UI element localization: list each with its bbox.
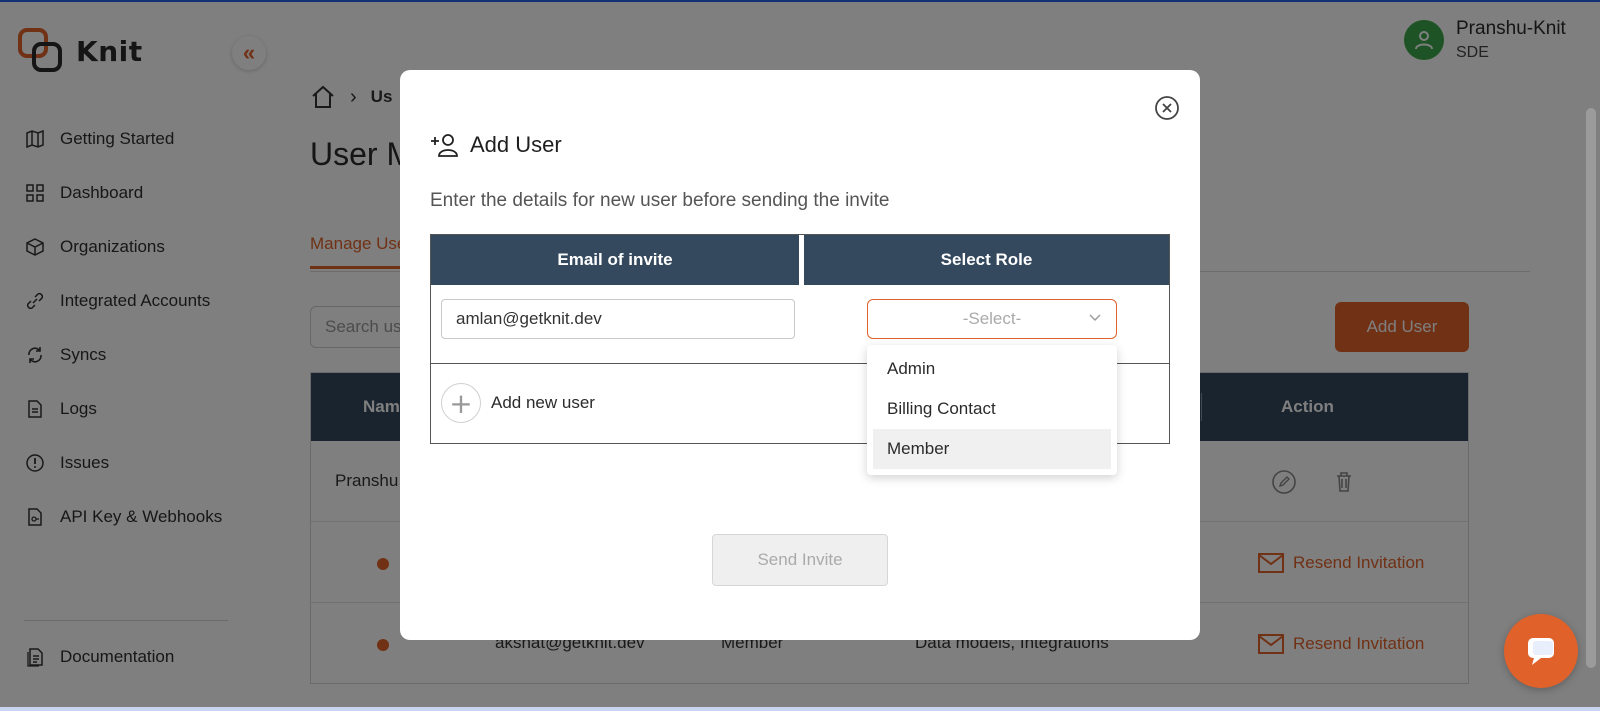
send-invite-button[interactable]: Send Invite <box>712 534 888 586</box>
email-field[interactable]: amlan@getknit.dev <box>441 299 795 339</box>
modal-title-text: Add User <box>470 132 562 157</box>
bottom-edge <box>0 707 1600 711</box>
add-user-modal: Add User Enter the details for new user … <box>400 70 1200 640</box>
chat-widget-button[interactable] <box>1504 614 1578 688</box>
chat-icon <box>1528 638 1554 665</box>
column-header-email: Email of invite <box>431 235 799 285</box>
modal-title: Add User <box>430 132 562 158</box>
invite-table-header: Email of invite Select Role <box>431 235 1169 285</box>
chevron-down-icon <box>1089 314 1101 321</box>
add-new-user-button[interactable]: + Add new user <box>441 383 595 423</box>
close-icon <box>1155 96 1179 120</box>
role-option-member[interactable]: Member <box>873 429 1111 469</box>
page-scrollbar[interactable] <box>1586 108 1596 668</box>
plus-icon: + <box>441 383 481 423</box>
role-option-admin[interactable]: Admin <box>867 349 1111 389</box>
role-option-billing-contact[interactable]: Billing Contact <box>867 389 1111 429</box>
invite-table: Email of invite Select Role amlan@getkni… <box>430 234 1170 475</box>
close-modal-button[interactable] <box>1154 95 1180 121</box>
modal-subtitle: Enter the details for new user before se… <box>430 190 890 211</box>
column-header-role: Select Role <box>804 235 1169 285</box>
add-new-user-label: Add new user <box>491 393 595 412</box>
add-user-icon <box>431 134 458 157</box>
role-select[interactable]: -Select- <box>867 299 1117 339</box>
role-select-placeholder: -Select- <box>962 309 1022 328</box>
role-dropdown-menu: Admin Billing Contact Member <box>867 345 1117 475</box>
